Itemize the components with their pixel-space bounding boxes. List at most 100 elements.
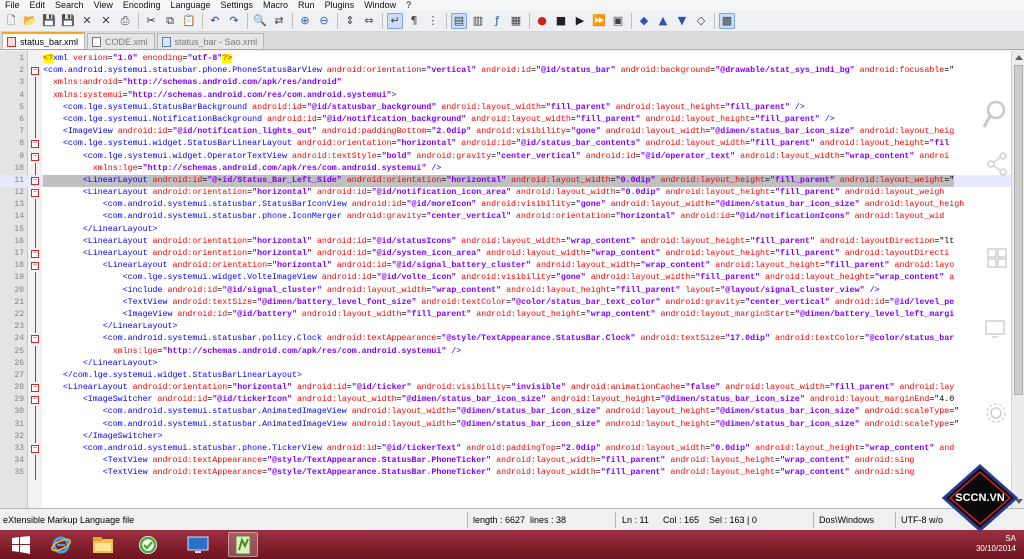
redo-icon[interactable]: ↷ <box>226 13 242 29</box>
system-tray[interactable]: SA 30/10/2014 <box>976 534 1016 554</box>
clear-bookmark-icon[interactable]: ◇ <box>693 13 709 29</box>
zoom-out-icon[interactable]: ⊖ <box>316 13 332 29</box>
sync-horizontal-icon[interactable]: ⇔ <box>361 13 377 29</box>
menu-item-file[interactable]: File <box>0 0 25 10</box>
code-editor[interactable]: 1 <?xml version="1.0" encoding="utf-8"?> 2… <box>0 51 1011 508</box>
show-all-chars-icon[interactable]: ¶ <box>406 13 422 29</box>
code-line[interactable]: 19 <com.lge.systemui.widget.VolteImageVi… <box>0 272 1011 285</box>
new-file-icon[interactable]: 🗋 <box>3 13 19 29</box>
code-line[interactable]: 17− <LinearLayout android:orientation="h… <box>0 248 1011 260</box>
status-encoding[interactable]: UTF-8 w/o <box>901 514 943 526</box>
code-line[interactable]: 28− <LinearLayout android:orientation="h… <box>0 382 1011 394</box>
document-tab[interactable]: status_bar - Sao.xml <box>156 33 265 49</box>
menu-item-edit[interactable]: Edit <box>25 0 51 10</box>
internet-explorer-icon[interactable] <box>46 532 76 557</box>
play-multi-icon[interactable]: ⏩ <box>591 13 607 29</box>
menu-item-plugins[interactable]: Plugins <box>320 0 360 10</box>
code-line[interactable]: 31 <com.android.systemui.statusbar.Anima… <box>0 418 1011 431</box>
find-icon[interactable]: 🔍 <box>252 13 268 29</box>
menu-item-search[interactable]: Search <box>50 0 89 10</box>
code-line[interactable]: 30 <com.android.systemui.statusbar.Anima… <box>0 406 1011 419</box>
code-line[interactable]: 12− <LinearLayout android:orientation="h… <box>0 187 1011 199</box>
code-line[interactable]: 32 </ImageSwitcher> <box>0 430 1011 443</box>
fold-toggle-icon[interactable]: − <box>31 140 39 149</box>
code-line[interactable]: 20 <include android:id="@id/signal_clust… <box>0 284 1011 297</box>
menu-item-language[interactable]: Language <box>165 0 215 10</box>
code-line[interactable]: 13 <com.android.systemui.statusbar.Statu… <box>0 199 1011 212</box>
close-all-icon[interactable]: ✕ <box>98 13 114 29</box>
code-line[interactable]: 29− <ImageSwitcher android:id="@id/ticke… <box>0 394 1011 406</box>
document-tab[interactable]: status_bar.xml <box>2 32 86 49</box>
close-icon[interactable]: ✕ <box>79 13 95 29</box>
menu-item-window[interactable]: Window <box>359 0 401 10</box>
code-line[interactable]: 3 xmlns:android="http://schemas.android.… <box>0 77 1011 90</box>
bookmark-icon[interactable]: ◆ <box>636 13 652 29</box>
sync-vertical-icon[interactable]: ⇕ <box>342 13 358 29</box>
code-line[interactable]: 9− <com.lge.systemui.widget.OperatorText… <box>0 151 1011 163</box>
fold-toggle-icon[interactable]: − <box>31 176 39 185</box>
save-macro-icon[interactable]: ▣ <box>610 13 626 29</box>
udl-icon[interactable]: ▤ <box>451 12 467 29</box>
menu-item-settings[interactable]: Settings <box>216 0 259 10</box>
fold-toggle-icon[interactable]: − <box>31 335 39 344</box>
code-line[interactable]: 2− <com.android.systemui.statusbar.phone.… <box>0 65 1011 77</box>
function-list-icon[interactable]: ƒ <box>489 13 505 29</box>
scroll-thumb[interactable] <box>1014 65 1023 395</box>
menu-item-macro[interactable]: Macro <box>258 0 293 10</box>
fold-toggle-icon[interactable]: − <box>31 384 39 393</box>
windows-start-icon[interactable] <box>6 532 36 557</box>
menu-item-view[interactable]: View <box>89 0 118 10</box>
fold-toggle-icon[interactable]: − <box>31 396 39 405</box>
print-icon[interactable]: ⎙ <box>117 13 133 29</box>
code-line[interactable]: 26 </LinearLayout> <box>0 357 1011 370</box>
code-line[interactable]: 4 xmlns:systemui="http://schemas.android… <box>0 89 1011 102</box>
open-icon[interactable]: 📂 <box>22 13 38 29</box>
vertical-scrollbar[interactable] <box>1011 51 1024 508</box>
app-green-icon[interactable] <box>133 532 163 557</box>
menu-item-encoding[interactable]: Encoding <box>118 0 166 10</box>
code-line[interactable]: 22 <ImageView android:id="@id/battery" a… <box>0 308 1011 322</box>
tray-language[interactable]: SA <box>976 534 1016 544</box>
code-line[interactable]: 10 xmlns:lge="http://schemas.android.com… <box>0 162 1011 175</box>
code-line[interactable]: 7 <ImageView android:id="@id/notificatio… <box>0 126 1011 139</box>
code-line[interactable]: 5 <com.lge.systemui.StatusBarBackground … <box>0 101 1011 114</box>
code-line[interactable]: 18− <LinearLayout android:orientation="h… <box>0 260 1011 272</box>
document-tab[interactable]: CODE.xml <box>87 33 155 49</box>
fold-toggle-icon[interactable]: − <box>31 67 39 76</box>
remote-desktop-icon[interactable] <box>183 532 213 557</box>
stop-macro-icon[interactable]: ■ <box>553 13 569 29</box>
menu-item-[interactable]: ? <box>401 0 416 10</box>
folder-workspace-icon[interactable]: ▦ <box>508 13 524 29</box>
next-bookmark-icon[interactable]: ▼ <box>674 13 690 29</box>
code-line[interactable]: 34 <TextView android:textAppearance="@st… <box>0 455 1011 468</box>
code-line[interactable]: 8− <com.lge.systemui.widget.StatusBarLin… <box>0 138 1011 150</box>
code-line[interactable]: 14 <com.android.systemui.statusbar.phone… <box>0 211 1011 224</box>
prev-bookmark-icon[interactable]: ▲ <box>655 13 671 29</box>
notepad-plus-plus-icon[interactable] <box>228 532 258 557</box>
code-line[interactable]: 33− <com.android.systemui.statusbar.phon… <box>0 443 1011 455</box>
zoom-in-icon[interactable]: ⊕ <box>297 13 313 29</box>
menu-item-run[interactable]: Run <box>293 0 320 10</box>
status-eol-format[interactable]: Dos\Windows <box>819 514 874 526</box>
paste-icon[interactable]: 📋 <box>181 13 197 29</box>
copy-icon[interactable]: ⧉ <box>162 13 178 29</box>
code-line[interactable]: 15 </LinearLayout> <box>0 223 1011 236</box>
replace-icon[interactable]: ⇄ <box>271 13 287 29</box>
indent-guide-icon[interactable]: ⋮ <box>425 13 441 29</box>
code-line[interactable]: 6 <com.lge.systemui.NotificationBackgrou… <box>0 113 1011 127</box>
fold-toggle-icon[interactable]: − <box>31 152 39 161</box>
code-line[interactable]: 1 <?xml version="1.0" encoding="utf-8"?> <box>0 53 1011 65</box>
undo-icon[interactable]: ↶ <box>207 13 223 29</box>
code-line[interactable]: 23 </LinearLayout> <box>0 321 1011 334</box>
fold-toggle-icon[interactable]: − <box>31 189 39 198</box>
code-line[interactable]: 16 <LinearLayout android:orientation="ho… <box>0 235 1011 248</box>
save-all-icon[interactable]: 💾 <box>60 13 76 29</box>
word-wrap-icon[interactable]: ↵ <box>387 12 403 29</box>
save-icon[interactable]: 💾 <box>41 13 57 29</box>
fold-toggle-icon[interactable]: − <box>31 262 39 271</box>
play-macro-icon[interactable]: ▶ <box>572 13 588 29</box>
cut-icon[interactable]: ✂ <box>143 13 159 29</box>
code-line[interactable]: 25 xmlns:lge="http://schemas.android.com… <box>0 345 1011 358</box>
code-line[interactable]: 21 <TextView android:textSize="@dimen/ba… <box>0 296 1011 309</box>
fold-toggle-icon[interactable]: − <box>31 250 39 258</box>
